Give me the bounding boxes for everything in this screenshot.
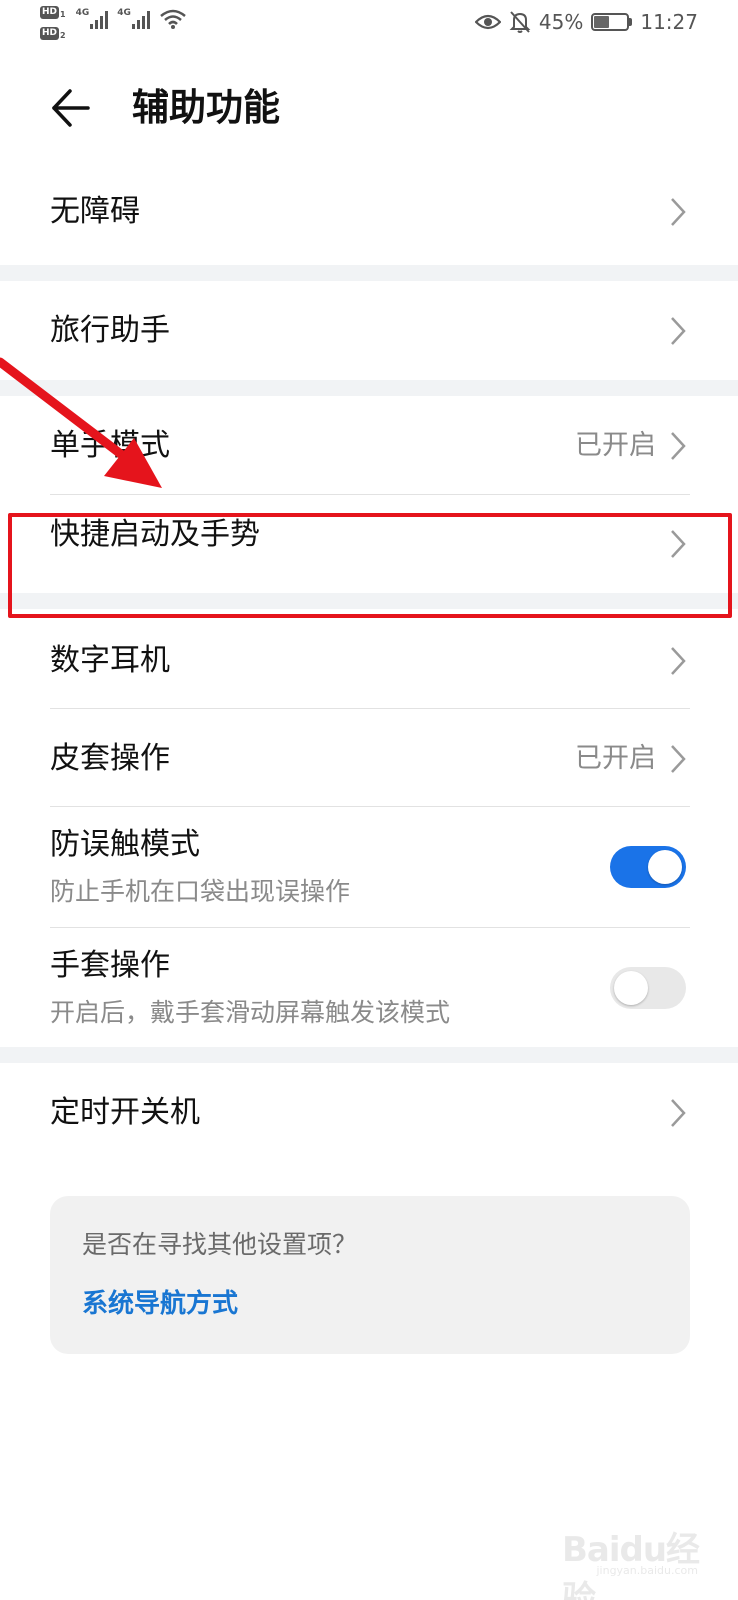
list-item-digital-earphone[interactable]: 数字耳机 bbox=[0, 609, 738, 707]
battery-percent: 45% bbox=[538, 10, 584, 34]
section-gap bbox=[0, 380, 738, 396]
mute-bell-icon bbox=[509, 11, 531, 33]
back-arrow-icon[interactable] bbox=[46, 82, 98, 134]
hd2-indicator: HD 2 bbox=[40, 27, 66, 40]
item-label: 防误触模式 bbox=[50, 827, 200, 862]
chevron-right-icon bbox=[671, 530, 686, 558]
chevron-right-icon bbox=[671, 745, 686, 773]
signal-icon bbox=[90, 11, 109, 29]
list-item-scheduled-power[interactable]: 定时开关机 bbox=[0, 1063, 738, 1163]
hd1-indicator: HD 1 bbox=[40, 6, 66, 19]
list-item-pocket-mode: 防误触模式 防止手机在口袋出现误操作 bbox=[0, 807, 738, 927]
status-left: HD 1 HD 2 4G 4G bbox=[40, 6, 187, 40]
item-status: 已开启 bbox=[575, 430, 656, 461]
wifi-icon bbox=[160, 9, 186, 29]
chevron-right-icon bbox=[671, 1099, 686, 1127]
list-item-travel-assistant[interactable]: 旅行助手 bbox=[0, 281, 738, 381]
item-label: 快捷启动及手势 bbox=[50, 517, 260, 552]
list-item-shortcuts-gestures[interactable]: 快捷启动及手势 bbox=[0, 495, 738, 593]
status-right: 45% 11:27 bbox=[474, 10, 698, 34]
item-label: 皮套操作 bbox=[50, 741, 170, 776]
app-header: 辅助功能 bbox=[0, 62, 738, 154]
suggestion-question: 是否在寻找其他设置项？ bbox=[82, 1230, 358, 1259]
glove-mode-toggle[interactable] bbox=[610, 967, 686, 1009]
hd1-sub: 1 bbox=[60, 10, 66, 19]
sim2-network: 4G bbox=[117, 8, 131, 18]
battery-icon bbox=[591, 13, 633, 31]
status-bar: HD 1 HD 2 4G 4G 45% 11:27 bbox=[0, 0, 738, 52]
chevron-right-icon bbox=[671, 317, 686, 345]
list-item-glove-mode: 手套操作 开启后，戴手套滑动屏幕触发该模式 bbox=[0, 928, 738, 1046]
item-label: 单手模式 bbox=[50, 428, 170, 463]
chevron-right-icon bbox=[671, 198, 686, 226]
page-title: 辅助功能 bbox=[132, 86, 280, 129]
toggle-knob bbox=[648, 850, 682, 884]
toggle-knob bbox=[614, 971, 648, 1005]
watermark-brand: Baidu经验 bbox=[562, 1530, 700, 1600]
list-item-accessibility[interactable]: 无障碍 bbox=[0, 160, 738, 264]
eye-comfort-icon bbox=[474, 14, 501, 30]
list-item-one-hand-mode[interactable]: 单手模式 已开启 bbox=[0, 396, 738, 494]
section-gap bbox=[0, 265, 738, 281]
hd-indicators: HD 1 HD 2 bbox=[40, 6, 66, 40]
baidu-watermark: Baidu经验 jingyan.baidu.com bbox=[562, 1508, 702, 1600]
hd1-label: HD bbox=[40, 6, 60, 19]
section-gap bbox=[0, 1047, 738, 1063]
clock: 11:27 bbox=[640, 10, 698, 34]
section-gap bbox=[0, 593, 738, 609]
item-label: 定时开关机 bbox=[50, 1095, 200, 1130]
hd2-label: HD bbox=[40, 27, 60, 40]
item-description: 防止手机在口袋出现误操作 bbox=[50, 877, 351, 906]
chevron-right-icon bbox=[671, 647, 686, 675]
system-navigation-link[interactable]: 系统导航方式 bbox=[82, 1286, 238, 1322]
item-description: 开启后，戴手套滑动屏幕触发该模式 bbox=[50, 998, 451, 1027]
item-status: 已开启 bbox=[575, 743, 656, 774]
pocket-mode-toggle[interactable] bbox=[610, 846, 686, 888]
sim1-network: 4G bbox=[75, 8, 90, 18]
item-label: 数字耳机 bbox=[50, 643, 170, 678]
battery-fill bbox=[594, 16, 610, 28]
chevron-right-icon bbox=[671, 432, 686, 460]
watermark-domain: jingyan.baidu.com bbox=[596, 1564, 698, 1577]
suggestion-card: 是否在寻找其他设置项？ 系统导航方式 bbox=[50, 1196, 690, 1354]
sim2-signal: 4G bbox=[117, 6, 153, 30]
item-label: 无障碍 bbox=[50, 194, 140, 229]
sim1-signal: 4G bbox=[76, 6, 112, 30]
signal-icon bbox=[131, 11, 150, 29]
list-item-cover-operation[interactable]: 皮套操作 已开启 bbox=[0, 709, 738, 807]
hd2-sub: 2 bbox=[60, 31, 66, 40]
item-label: 手套操作 bbox=[50, 948, 170, 983]
item-label: 旅行助手 bbox=[50, 313, 170, 348]
